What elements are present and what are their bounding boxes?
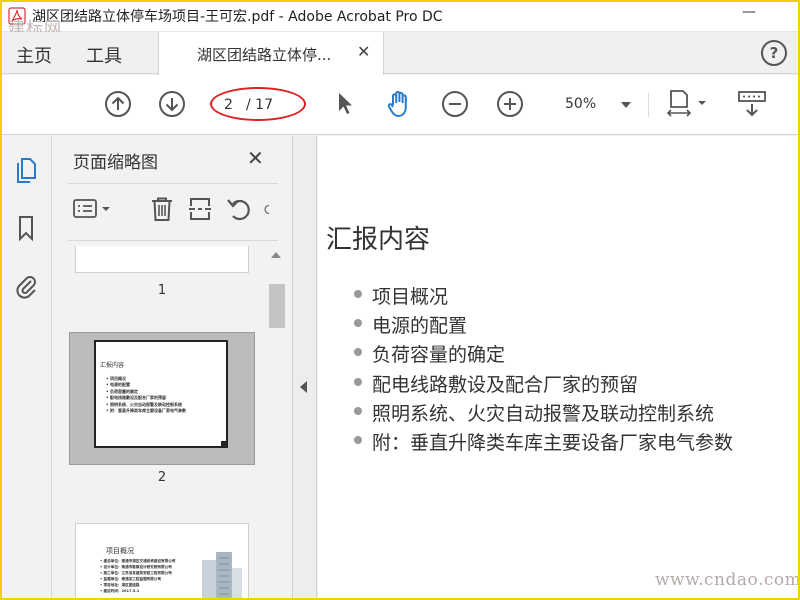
attachments-panel-button[interactable]	[12, 271, 40, 299]
document-view[interactable]: 汇报内容 项目概况 电源的配置 负荷容量的确定 配电线路敷设及配合厂家的预留 照…	[318, 136, 800, 600]
rotate-left-icon	[227, 199, 250, 221]
panel-title: 页面缩略图	[73, 153, 158, 173]
plus-circle-icon	[497, 91, 523, 117]
scroll-up-arrow-icon[interactable]	[271, 252, 281, 258]
thumbnail-page-1[interactable]	[75, 246, 249, 273]
thumbnail-page-2: 汇报内容 • 项目概况 • 电源的配置 • 负荷容量的确定 • 配电线路敷设及配…	[94, 340, 228, 448]
next-page-button[interactable]	[157, 89, 187, 119]
bookmarks-panel-button[interactable]	[12, 214, 40, 242]
thumbnail-line: • 附：垂直升降类车库主要设备厂家电气参数	[106, 408, 186, 414]
annotation-circle	[210, 87, 306, 121]
insert-pages-icon	[189, 198, 211, 220]
thumbnail-options-button[interactable]	[72, 196, 112, 222]
thumbnail-page-3[interactable]: 项目概况 • 建设单位：南通市湖区交通投资建设有限公司 • 设计单位：南通市勘察…	[75, 523, 249, 600]
help-button[interactable]: ?	[761, 40, 787, 66]
thumbnail-scrollbar[interactable]	[265, 246, 289, 600]
collapse-panel-arrow-icon[interactable]	[300, 381, 307, 393]
delete-page-button[interactable]	[147, 196, 177, 222]
thumbnail-slide-text: • 项目概况 • 电源的配置 • 负荷容量的确定 • 配电线路敷设及配合厂家的预…	[106, 376, 186, 414]
page-display-button[interactable]	[664, 89, 710, 119]
scrollbar-thumb[interactable]	[269, 284, 285, 328]
list-item: 照明系统、火灾自动报警及联动控制系统	[354, 399, 733, 428]
list-item: 项目概况	[354, 282, 733, 311]
minus-circle-icon	[442, 91, 468, 117]
select-tool-button[interactable]	[330, 89, 360, 119]
rotate-page-button[interactable]	[225, 196, 255, 222]
cursor-arrow-icon	[339, 93, 352, 114]
rotate-right-icon	[264, 204, 270, 215]
prev-page-button[interactable]	[103, 89, 133, 119]
tab-document[interactable]: 湖区团结路立体停... ✕	[158, 32, 384, 75]
thumbnail-number: 2	[157, 470, 167, 485]
arrow-up-circle-icon	[105, 91, 131, 117]
main-toolbar: / 17 50%	[0, 75, 800, 135]
list-item: 负荷容量的确定	[354, 340, 733, 369]
window-title-bar: 湖区团结路立体停车场项目-王可宏.pdf - Adobe Acrobat Pro…	[0, 0, 800, 32]
minimize-button[interactable]: —	[736, 4, 762, 26]
zoom-dropdown[interactable]: 50%	[555, 94, 637, 116]
tab-document-label: 湖区团结路立体停...	[197, 46, 332, 64]
hand-icon	[387, 90, 407, 117]
tab-home[interactable]: 主页	[16, 42, 52, 68]
list-item: 配电线路敷设及配合厂家的预留	[354, 370, 733, 399]
list-item: 电源的配置	[354, 311, 733, 340]
zoom-in-button[interactable]	[495, 89, 525, 119]
page-fit-icon	[666, 90, 706, 117]
thumbnails-panel: 页面缩略图 ✕ 1 汇报内容 • 项目概况 • 电源的配置 • 负荷容量的确定 …	[53, 136, 293, 600]
chevron-down-icon	[621, 102, 631, 108]
panel-splitter[interactable]	[293, 136, 317, 600]
thumbnail-slide-title: 项目概况	[106, 547, 134, 555]
panel-toolbar	[68, 183, 278, 241]
zoom-out-button[interactable]	[440, 89, 470, 119]
zoom-value: 50%	[565, 96, 597, 112]
list-item: 附：垂直升降类车库主要设备厂家电气参数	[354, 428, 733, 457]
paperclip-icon	[16, 276, 36, 299]
thumbnail-list: 1 汇报内容 • 项目概况 • 电源的配置 • 负荷容量的确定 • 配电线路敷设…	[53, 246, 265, 600]
rotate-right-button[interactable]	[263, 196, 277, 222]
tab-bar: 主页 工具 湖区团结路立体停... ✕ ?	[0, 32, 800, 75]
watermark-bottom-right: www.cndao.com	[655, 570, 800, 590]
toolbar-divider	[648, 93, 649, 117]
navigation-rail	[0, 136, 52, 600]
thumbnails-panel-button[interactable]	[12, 156, 40, 184]
slide-title: 汇报内容	[326, 225, 431, 255]
scroll-mode-button[interactable]	[735, 89, 769, 119]
scroll-mode-icon	[738, 91, 766, 117]
thumbnail-building-photo	[202, 552, 242, 600]
trash-icon	[152, 197, 172, 221]
options-menu-icon	[73, 199, 110, 218]
bookmark-icon	[19, 216, 33, 242]
pages-icon	[17, 158, 36, 183]
window-title: 湖区团结路立体停车场项目-王可宏.pdf - Adobe Acrobat Pro…	[32, 9, 443, 25]
tab-close-icon[interactable]: ✕	[357, 42, 370, 61]
thumbnail-resize-handle[interactable]	[221, 441, 227, 447]
thumbnail-slide-title: 汇报内容	[100, 362, 125, 369]
thumbnail-line: • 建设时间：2017.5.1	[100, 589, 140, 593]
arrow-down-circle-icon	[159, 91, 185, 117]
slide-bullet-list: 项目概况 电源的配置 负荷容量的确定 配电线路敷设及配合厂家的预留 照明系统、火…	[354, 282, 733, 457]
hand-tool-button[interactable]	[385, 89, 415, 119]
thumbnail-number: 1	[157, 283, 167, 298]
thumbnail-selected-frame[interactable]: 汇报内容 • 项目概况 • 电源的配置 • 负荷容量的确定 • 配电线路敷设及配…	[69, 332, 255, 465]
panel-close-icon[interactable]: ✕	[247, 146, 264, 170]
insert-page-button[interactable]	[185, 196, 215, 222]
thumbnail-slide-text: • 建设单位：南通市湖区交通投资建设有限公司 • 设计单位：南通市勘察设计研究院…	[100, 558, 200, 594]
tab-tools[interactable]: 工具	[86, 42, 122, 68]
